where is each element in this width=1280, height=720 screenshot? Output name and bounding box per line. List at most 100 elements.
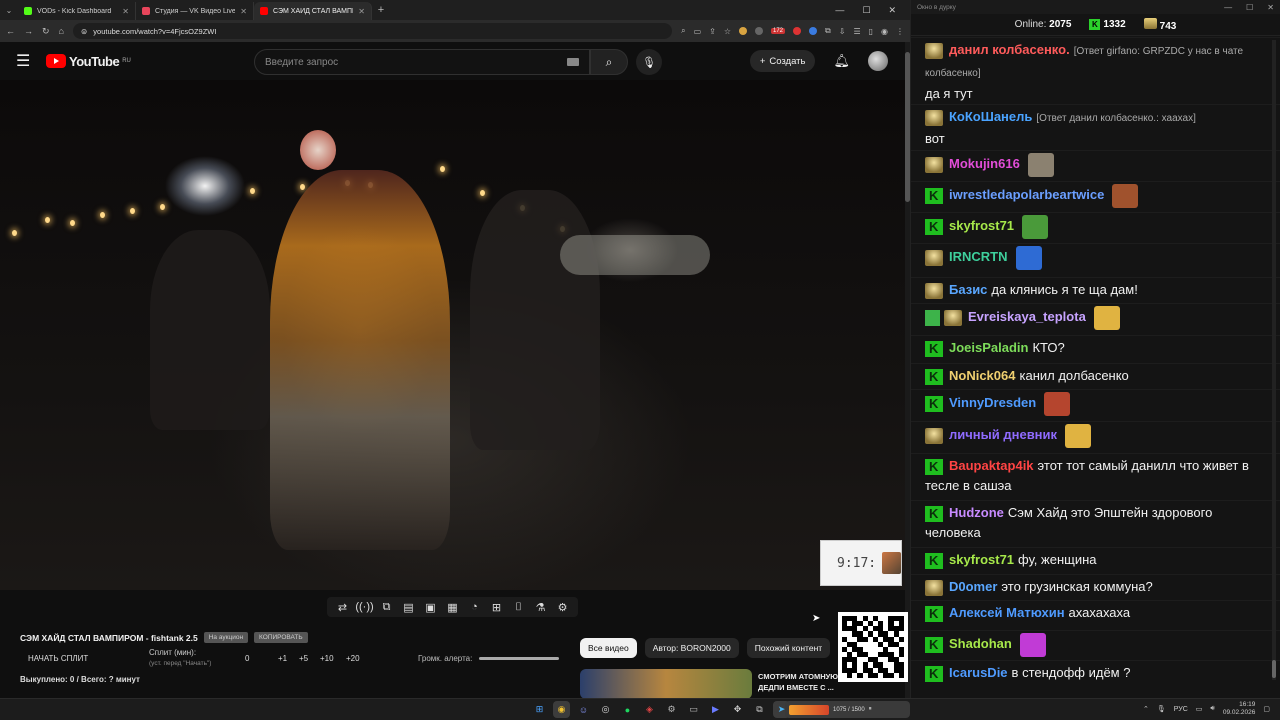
notifications-bell-icon[interactable]: 🔔︎	[833, 53, 850, 69]
auction-tag[interactable]: На аукцион	[203, 632, 249, 643]
downloads-icon[interactable]: ⇩	[839, 27, 846, 36]
recommended-video[interactable]: СМОТРИМ АТОМНУЮ БОМБУ ДЕДПИ ВМЕСТЕ С ...	[580, 669, 880, 698]
chat-username[interactable]: VinnyDresden	[949, 395, 1036, 410]
chat-scrollbar-thumb[interactable]	[1272, 660, 1276, 678]
zoom-icon[interactable]: ⌕	[681, 26, 685, 36]
chat-username[interactable]: JoeisPaladin	[949, 340, 1028, 355]
tab-kick-dashboard[interactable]: VODs - Kick Dashboard ✕	[18, 2, 136, 20]
broadcast-icon[interactable]: ((·))	[355, 599, 374, 615]
discord-icon[interactable]: ☺	[575, 701, 592, 718]
reload-icon[interactable]: ↻	[42, 26, 50, 37]
back-icon[interactable]: ←	[6, 26, 15, 36]
chat-username[interactable]: NoNick064	[949, 368, 1015, 383]
copy-button[interactable]: КОПИРОВАТЬ	[254, 632, 308, 643]
app-cross-icon[interactable]: ✥	[729, 701, 746, 718]
chat-username[interactable]: Базис	[949, 282, 987, 297]
tab-vk-studio[interactable]: Студия — VK Видео Live ✕	[136, 2, 254, 20]
cast-icon[interactable]: ▭	[694, 27, 702, 36]
app-red-icon[interactable]: ◈	[641, 701, 658, 718]
chat-username[interactable]: Shadohan	[949, 636, 1012, 651]
search-button[interactable]: ⌕	[590, 49, 628, 75]
extension-cookie-icon[interactable]	[739, 27, 747, 35]
snip-tool-icon[interactable]: ⧉	[751, 701, 768, 718]
chip-author[interactable]: Автор: BORON2000	[644, 638, 739, 658]
youtube-logo[interactable]: YouTube RU	[46, 54, 131, 69]
maximize-icon[interactable]: ☐	[1246, 3, 1253, 12]
split-value-0[interactable]: 0	[245, 654, 249, 663]
extension-badge-icon[interactable]	[755, 27, 763, 35]
film-icon[interactable]: ▤	[399, 599, 418, 615]
chat-username[interactable]: skyfrost71	[949, 218, 1014, 233]
menu-kebab-icon[interactable]: ⋮	[896, 27, 904, 36]
chat-username[interactable]: Baupaktap4ik	[949, 458, 1034, 473]
close-tab-icon[interactable]: ✕	[122, 7, 129, 16]
url-field[interactable]: ⊜ youtube.com/watch?v=4FjcsOZ9ZWI	[72, 23, 673, 39]
language-indicator[interactable]: РУС	[1174, 706, 1188, 713]
minimize-icon[interactable]: —	[835, 5, 844, 16]
media-player-icon[interactable]: ▶	[707, 701, 724, 718]
video-player[interactable]: 9:17:	[0, 80, 905, 590]
bookmark-star-icon[interactable]: ☆	[724, 27, 731, 36]
avatar[interactable]	[868, 51, 888, 71]
chat-username[interactable]: данил колбасенко.	[949, 42, 1070, 57]
loop-icon[interactable]: ⇄	[333, 599, 352, 615]
profile-icon[interactable]: ◉	[881, 27, 888, 36]
maximize-icon[interactable]: ☐	[862, 5, 870, 16]
search-input[interactable]: Введите запрос	[254, 49, 590, 75]
split-add-1[interactable]: +1	[278, 654, 287, 663]
reading-list-icon[interactable]: ☰	[853, 27, 860, 36]
flask-icon[interactable]: ⚗	[531, 599, 550, 615]
keyboard-icon[interactable]	[567, 58, 579, 66]
extensions-puzzle-icon[interactable]: ⧉	[825, 26, 831, 36]
split-add-5[interactable]: +5	[299, 654, 308, 663]
tab-youtube-video[interactable]: СЭМ ХАЙД СТАЛ ВАМПИ… ✕	[254, 2, 372, 20]
add-screen-icon[interactable]: ⊞	[487, 599, 506, 615]
share-icon[interactable]: ⇪	[709, 27, 716, 36]
tray-chevron-icon[interactable]: ⌃	[1143, 705, 1149, 713]
create-button[interactable]: + Создать	[749, 50, 816, 72]
chat-username[interactable]: skyfrost71	[949, 552, 1014, 567]
start-split-button[interactable]: НАЧАТЬ СПЛИТ	[28, 654, 88, 663]
extension-blue-icon[interactable]	[809, 27, 818, 35]
chat-username[interactable]: IRNCRTN	[949, 249, 1008, 264]
recommended-thumbnail[interactable]	[580, 669, 752, 698]
chat-username[interactable]: Mokujin616	[949, 156, 1020, 171]
camera-icon[interactable]: ⌷	[509, 599, 528, 615]
chat-username[interactable]: iwrestledapolarbeartwice	[949, 187, 1104, 202]
sidebar-icon[interactable]: ▯	[869, 27, 873, 36]
minimize-icon[interactable]: —	[1224, 3, 1232, 12]
tab-search-icon[interactable]: ⌄	[0, 0, 18, 20]
grid-icon[interactable]: ▦	[443, 599, 462, 615]
clock[interactable]: 16:19 09.02.2026	[1223, 701, 1256, 717]
hamburger-menu-icon[interactable]: ☰	[16, 51, 44, 71]
close-window-icon[interactable]: ✕	[1267, 3, 1274, 12]
steam-icon[interactable]: ⚙	[663, 701, 680, 718]
picture-in-picture-icon[interactable]: ⧉	[377, 599, 396, 615]
start-windows-icon[interactable]: ⊞	[531, 701, 548, 718]
obs-icon[interactable]: ◎	[597, 701, 614, 718]
close-tab-icon[interactable]: ✕	[240, 7, 247, 16]
split-add-20[interactable]: +20	[346, 654, 360, 663]
alert-volume-slider[interactable]	[479, 657, 559, 660]
chat-username[interactable]: D0omer	[949, 579, 997, 594]
close-window-icon[interactable]: ✕	[888, 5, 896, 16]
media-pause-icon[interactable]: ⏸	[869, 706, 872, 713]
terminal-icon[interactable]: ▭	[685, 701, 702, 718]
chat-username[interactable]: Hudzone	[949, 505, 1004, 520]
close-tab-icon[interactable]: ✕	[358, 7, 365, 16]
extension-red-icon[interactable]	[793, 27, 802, 35]
gear-icon[interactable]: ⚙	[553, 599, 572, 615]
spotify-icon[interactable]: ●	[619, 701, 636, 718]
new-tab-icon[interactable]: +	[372, 4, 390, 16]
chat-username[interactable]: личный дневник	[949, 427, 1057, 442]
media-widget[interactable]: 1075 / 1500 ⏸	[785, 701, 910, 718]
chip-similar[interactable]: Похожий контент	[746, 638, 831, 658]
home-icon[interactable]: ⌂	[59, 26, 64, 36]
network-icon[interactable]: ▭	[1196, 705, 1203, 713]
chip-all-videos[interactable]: Все видео	[580, 638, 637, 658]
chat-username[interactable]: КоКоШанель	[949, 109, 1032, 124]
chat-scrollbar[interactable]	[1272, 40, 1276, 680]
volume-icon[interactable]: 🔊︎	[1210, 705, 1214, 713]
chat-username[interactable]: Алексей Матюхин	[949, 605, 1065, 620]
chat-username[interactable]: IcarusDie	[949, 665, 1008, 680]
